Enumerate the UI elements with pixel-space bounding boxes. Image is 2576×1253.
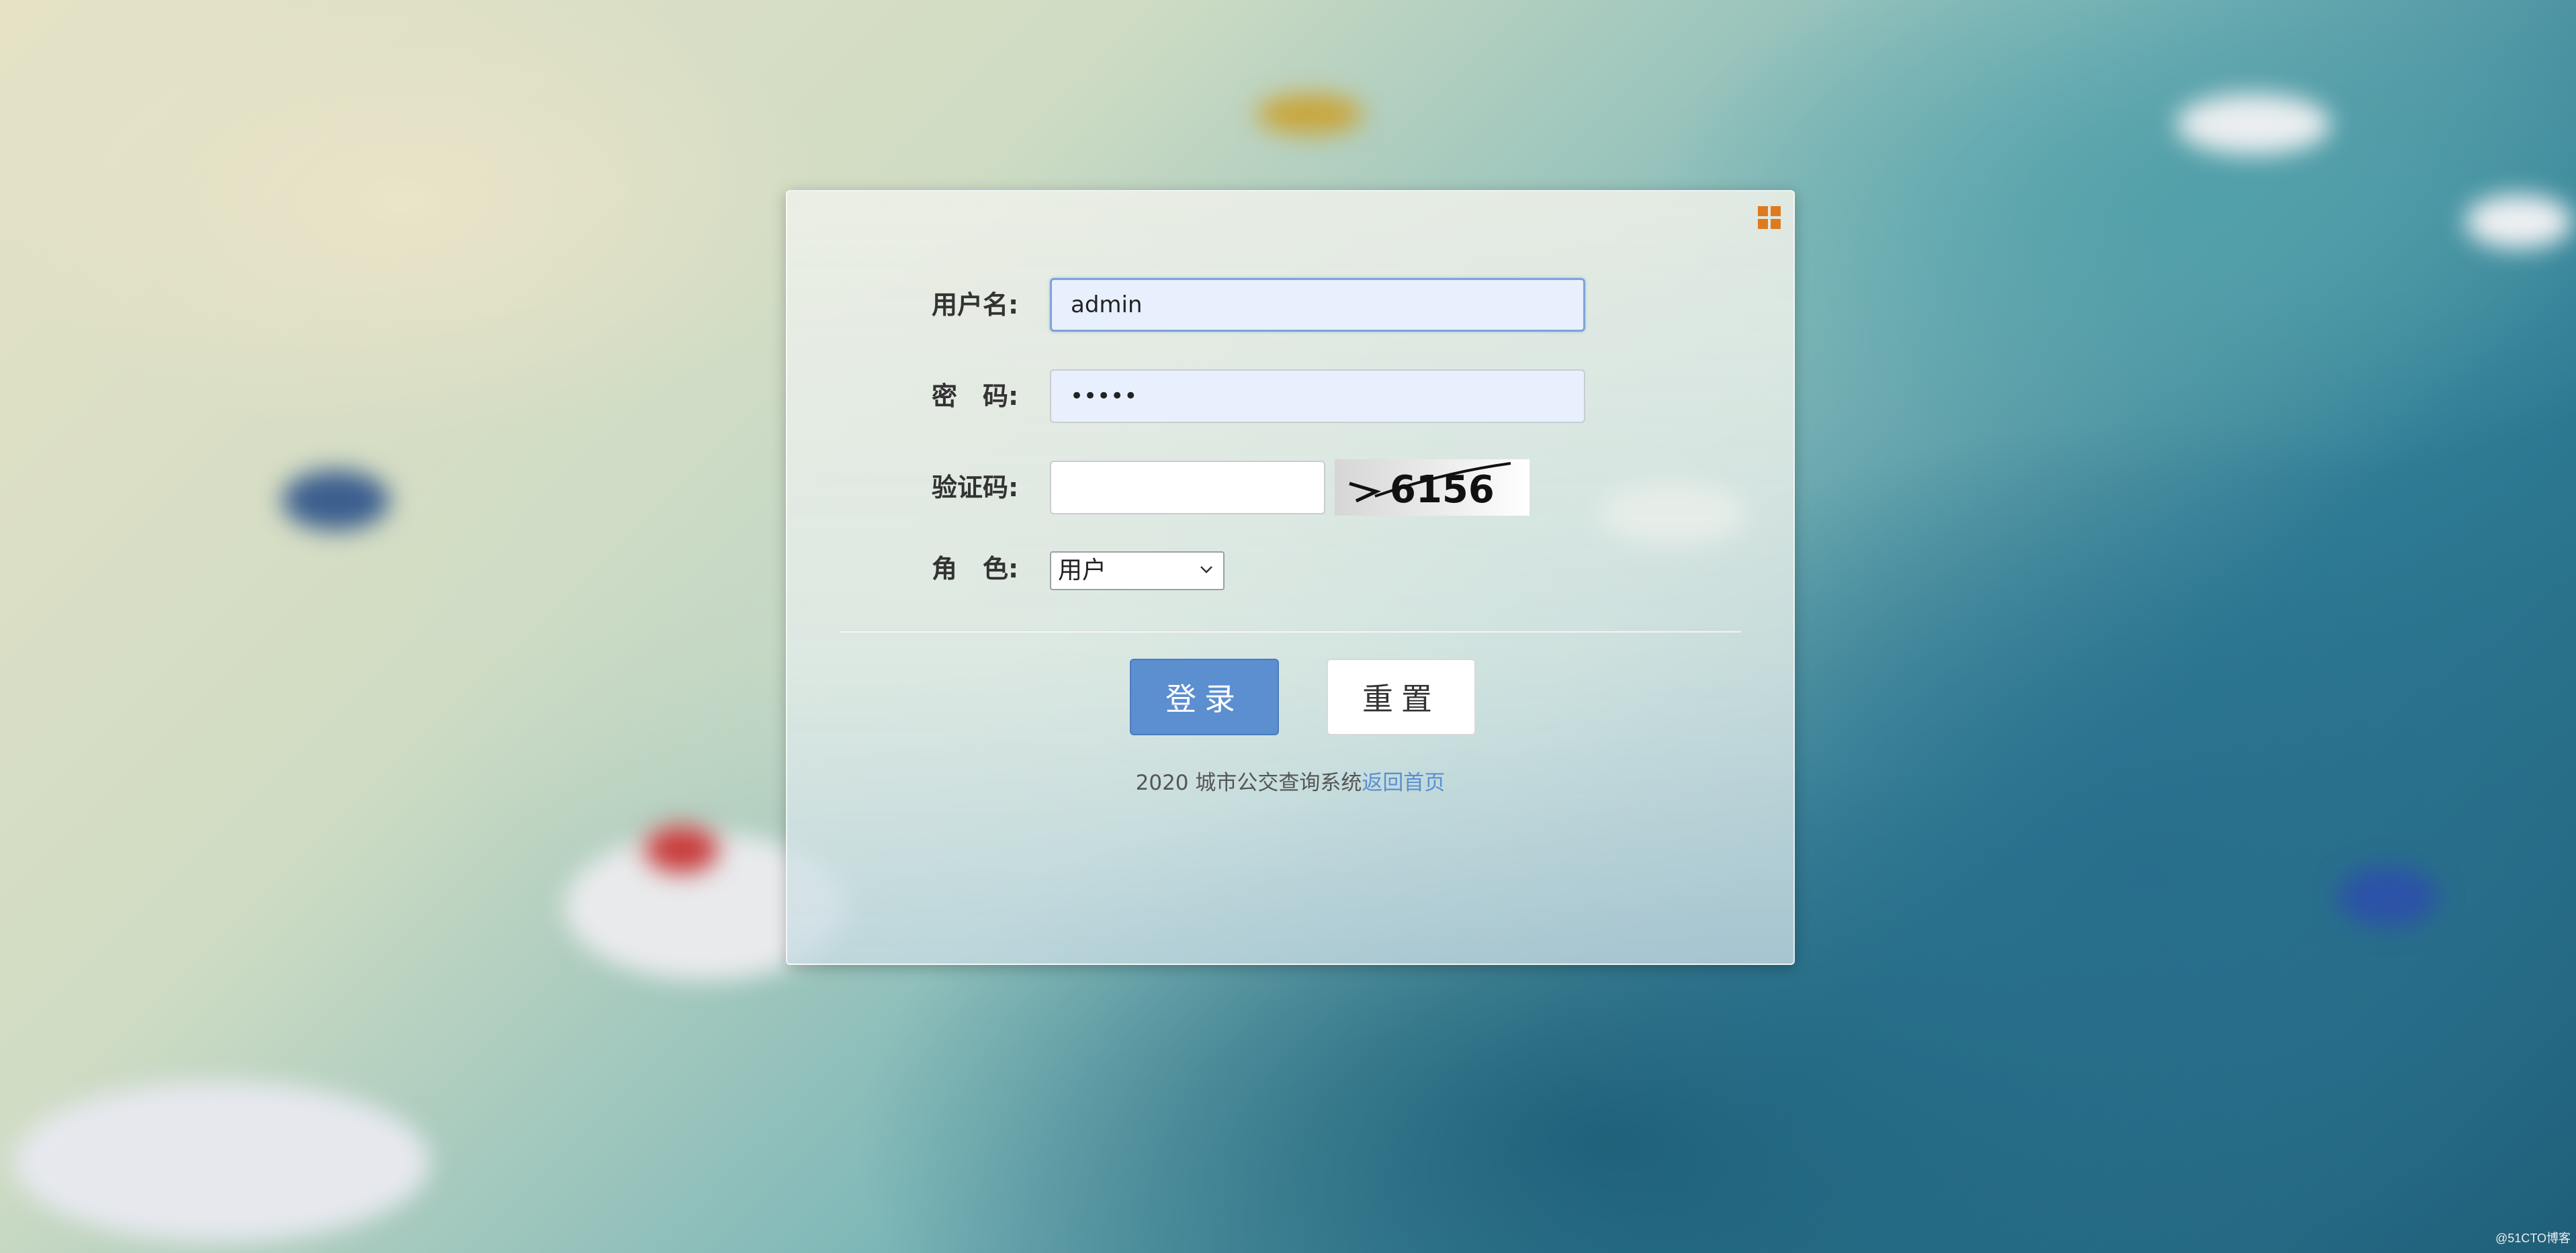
watermark: @51CTO博客 — [2495, 1232, 2571, 1245]
captcha-image[interactable]: 6156 — [1335, 459, 1529, 516]
password-input[interactable] — [1050, 369, 1585, 423]
role-select[interactable]: 用户 — [1050, 551, 1225, 590]
boat-blob — [2338, 866, 2438, 927]
footer: 2020 城市公交查询系统返回首页 — [787, 765, 1793, 796]
password-row: 密 码: — [787, 368, 1793, 424]
login-button[interactable]: 登录 — [1130, 659, 1279, 735]
username-input[interactable] — [1050, 278, 1585, 332]
footer-text: 2020 城市公交查询系统 — [1135, 771, 1362, 795]
boat-blob — [1256, 94, 1364, 134]
boat-blob — [645, 826, 719, 873]
boat-blob — [282, 470, 390, 530]
captcha-text: 6156 — [1390, 468, 1495, 512]
boat-blob — [2465, 195, 2573, 248]
login-panel: 用户名: 密 码: 验证码: 6156 角 色: 用户 登录 重置 2020 城… — [786, 190, 1795, 965]
reset-button[interactable]: 重置 — [1327, 659, 1476, 735]
role-row: 角 色: 用户 — [787, 541, 1793, 597]
boat-blob — [13, 1081, 430, 1242]
chevron-down-icon — [1200, 566, 1212, 573]
divider — [840, 631, 1741, 633]
username-row: 用户名: — [787, 277, 1793, 333]
back-home-link[interactable]: 返回首页 — [1362, 771, 1445, 795]
boat-blob — [2176, 94, 2331, 154]
role-select-value: 用户 — [1058, 557, 1107, 584]
windows-icon[interactable] — [1758, 206, 1781, 229]
captcha-row: 验证码: 6156 — [787, 459, 1793, 516]
captcha-input[interactable] — [1050, 461, 1325, 514]
